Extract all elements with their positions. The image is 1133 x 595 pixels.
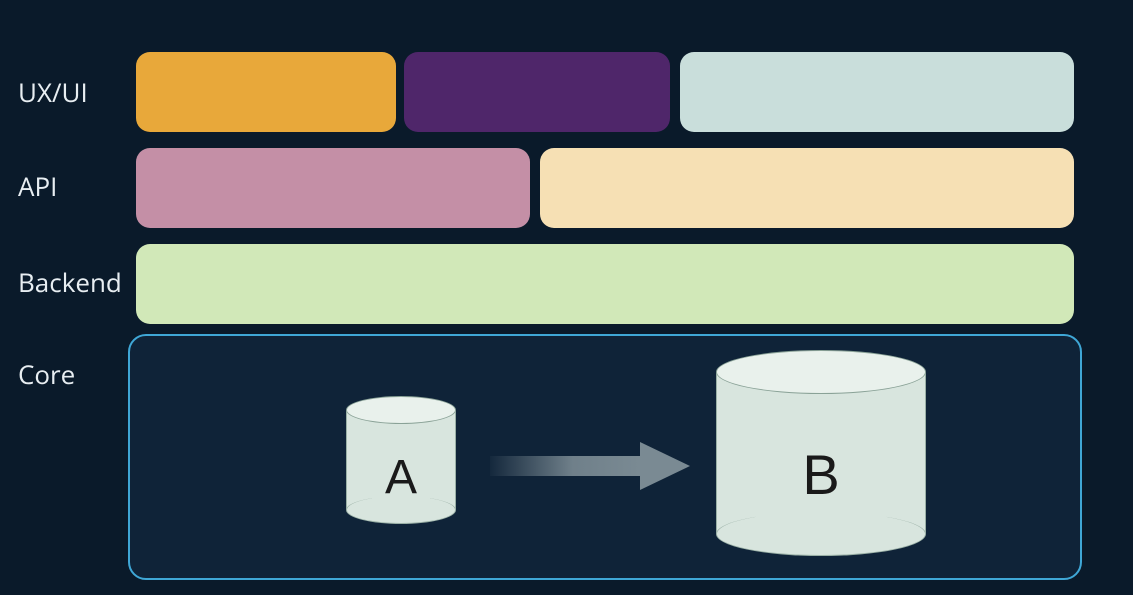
database-b: B — [716, 350, 926, 560]
api-block-2 — [540, 148, 1074, 228]
database-a: A — [346, 396, 456, 526]
database-b-label: B — [716, 442, 926, 507]
row-label-backend: Backend — [18, 264, 122, 300]
core-container: A B — [128, 334, 1082, 580]
database-a-label: A — [346, 450, 456, 505]
uxui-block-1 — [136, 52, 396, 132]
uxui-block-3 — [680, 52, 1074, 132]
row-label-uxui: UX/UI — [18, 74, 88, 110]
row-label-core: Core — [18, 356, 75, 392]
row-label-api: API — [18, 168, 57, 204]
uxui-block-2 — [404, 52, 670, 132]
api-block-1 — [136, 148, 530, 228]
diagram-stage: UX/UI API Backend Core A — [0, 0, 1133, 595]
backend-block — [136, 244, 1074, 324]
arrow-icon — [490, 436, 690, 496]
